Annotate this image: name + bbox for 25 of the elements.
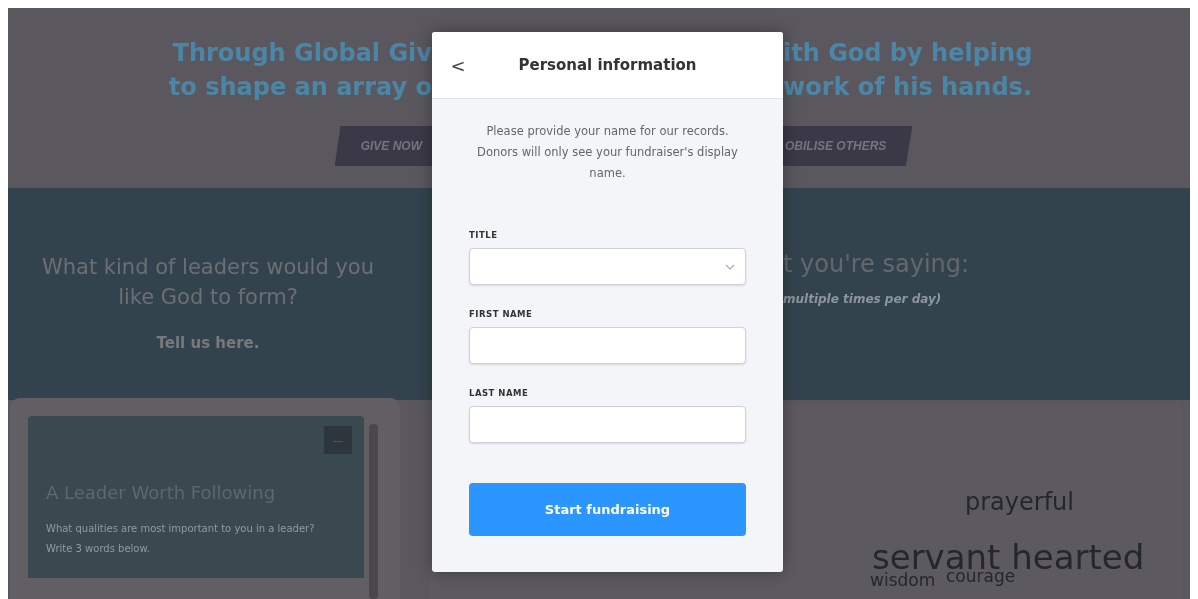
start-fundraising-button[interactable]: Start fundraising bbox=[469, 483, 746, 536]
tell-us-link[interactable]: Tell us here. bbox=[156, 334, 260, 352]
card-text: What qualities are most important to you in a leader? Write 3 words below. bbox=[46, 522, 316, 556]
cloud-word: wisdom bbox=[870, 572, 936, 589]
question-heading: What kind of leaders would you like God to form? bbox=[41, 254, 375, 311]
dialog-title: Personal information bbox=[517, 56, 698, 74]
input-field[interactable] bbox=[469, 406, 746, 443]
give-button[interactable]: GIVE NOW bbox=[334, 126, 432, 166]
headline-text: Through Global Giv bbox=[172, 38, 432, 69]
title-select[interactable] bbox=[469, 248, 746, 285]
field-label: FIRST NAME bbox=[469, 309, 534, 319]
headline-text: to shape an array o bbox=[168, 72, 432, 103]
back-button[interactable]: < bbox=[450, 54, 466, 76]
chevron-down-icon bbox=[725, 263, 735, 270]
dialog-description: Please provide your name for our records. Donors will only see your fundraiser's display name. bbox=[476, 123, 739, 182]
cloud-word: courage bbox=[946, 568, 1016, 585]
field-label: TITLE bbox=[469, 230, 499, 240]
headline-text: work of his hands. bbox=[783, 72, 1032, 103]
collapse-button[interactable]: — bbox=[324, 426, 352, 454]
responses-note: multiple times per day) bbox=[783, 292, 943, 306]
cloud-word: prayerful bbox=[965, 490, 1074, 514]
headline-text: ith God by helping bbox=[783, 38, 1033, 69]
input-field[interactable] bbox=[469, 327, 746, 364]
mobilise-button[interactable]: OBILISE OTHERS bbox=[783, 126, 913, 166]
field-label: LAST NAME bbox=[469, 388, 530, 398]
